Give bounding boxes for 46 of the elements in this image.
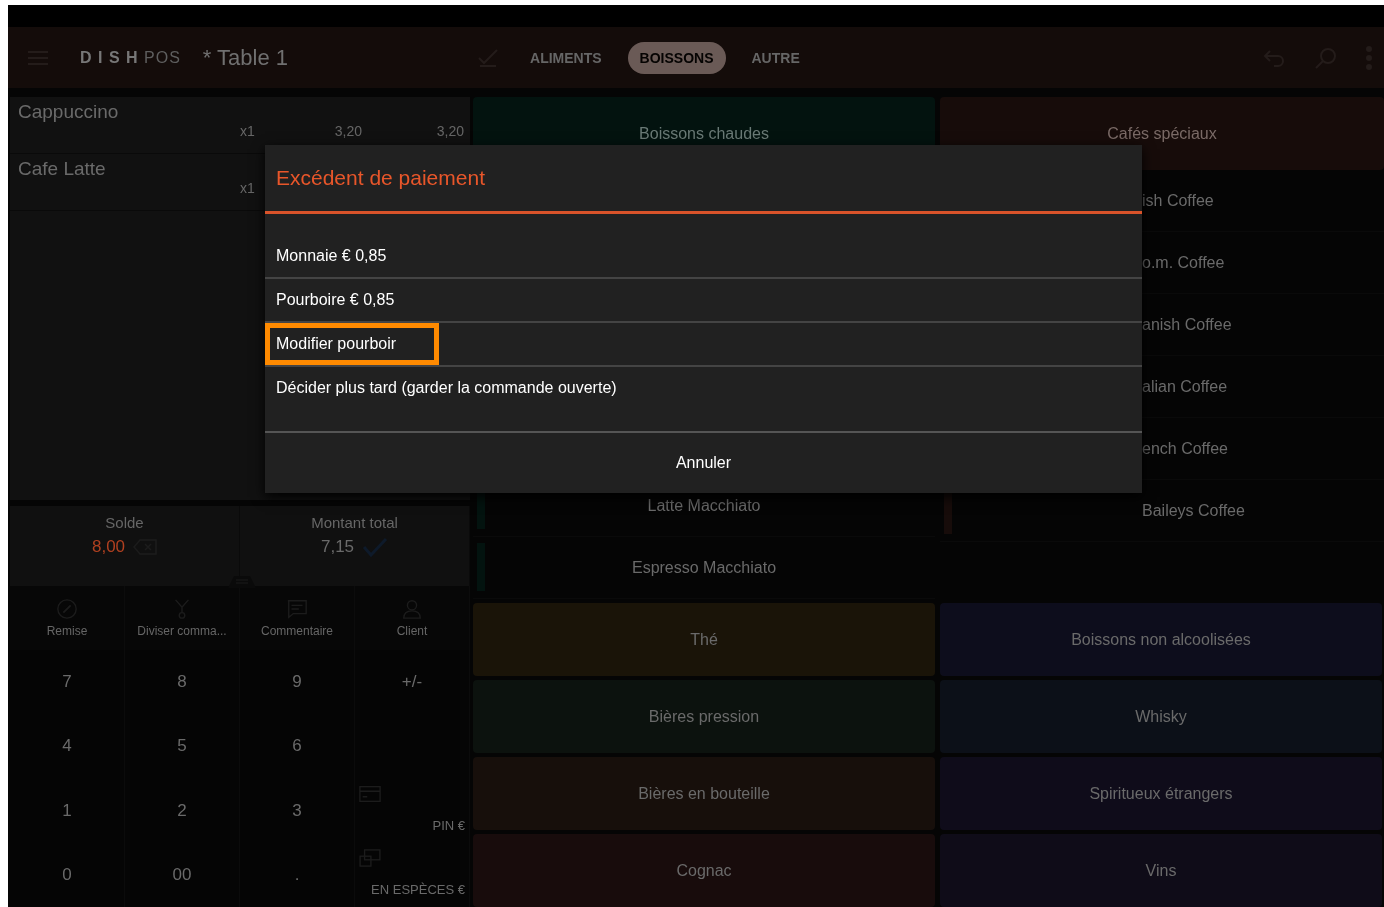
dialog-title: Excédent de paiement: [265, 145, 1142, 214]
keypad-key[interactable]: 9: [240, 650, 355, 715]
dialog-option[interactable]: Décider plus tard (garder la commande ouverte): [265, 367, 628, 409]
category-tile[interactable]: Thé: [473, 603, 935, 676]
category-tile[interactable]: Bières pression: [473, 680, 935, 753]
category-tile[interactable]: Cognac: [473, 834, 935, 907]
keypad-key[interactable]: 00: [125, 842, 240, 907]
category-tab[interactable]: ALIMENTS: [518, 41, 614, 74]
category-tile[interactable]: Whisky: [940, 680, 1382, 753]
keypad-key[interactable]: 6: [240, 714, 355, 779]
keypad-key[interactable]: 1: [10, 778, 125, 843]
keypad-key[interactable]: 0: [10, 842, 125, 907]
keypad-key[interactable]: 5: [125, 714, 240, 779]
keypad-key[interactable]: 8: [125, 650, 240, 715]
category-tab[interactable]: BOISSONS: [627, 41, 726, 74]
keypad-key[interactable]: +/-: [355, 650, 470, 715]
keypad-key[interactable]: 3: [240, 778, 355, 843]
total-label: Solde: [105, 514, 144, 531]
check-icon[interactable]: [362, 537, 389, 557]
item-quantity: x1: [240, 123, 256, 139]
item-quantity: x1: [240, 180, 256, 196]
item-name: Cappuccino: [18, 101, 119, 123]
total-value: 8,00: [91, 537, 126, 557]
logo: D I S H POS: [80, 48, 181, 67]
table-title: * Table 1: [202, 44, 289, 71]
category-tab[interactable]: AUTRE: [739, 41, 812, 74]
dialog-option[interactable]: Pourboire € 0,85: [265, 279, 406, 321]
payment-button[interactable]: EN ESPÈCES €: [355, 842, 470, 907]
total-value: 7,15: [320, 537, 355, 557]
keypad-key[interactable]: 2: [125, 778, 240, 843]
item-total: 3,20: [435, 123, 464, 139]
payment-button[interactable]: PIN €: [355, 778, 470, 843]
total-label: Montant total: [311, 514, 398, 531]
dialog-option[interactable]: Modifier pourboir: [265, 323, 440, 365]
keypad-key[interactable]: 7: [10, 650, 125, 715]
item-name: Cafe Latte: [18, 158, 106, 180]
keypad-key[interactable]: .: [240, 842, 355, 907]
category-tile[interactable]: Bières en bouteille: [473, 757, 935, 830]
dialog-option[interactable]: Monnaie € 0,85: [265, 235, 398, 277]
item-price: 3,20: [333, 123, 362, 139]
category-tile[interactable]: Vins: [940, 834, 1382, 907]
card-icon: [359, 784, 381, 803]
product-item[interactable]: Espresso Macchiato: [473, 537, 935, 599]
keypad-key[interactable]: 4: [10, 714, 125, 779]
category-tile[interactable]: Boissons non alcoolisées: [940, 603, 1382, 676]
category-tile[interactable]: Spiritueux étrangers: [940, 757, 1382, 830]
